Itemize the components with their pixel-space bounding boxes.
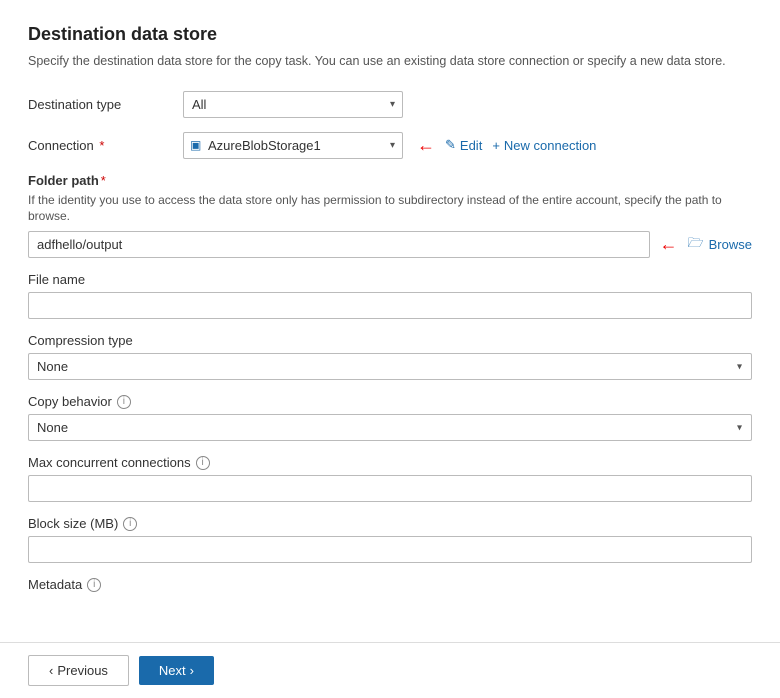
file-name-input[interactable]	[28, 292, 752, 319]
copy-behavior-select[interactable]: None FlattenHierarchy MergeFiles Preserv…	[28, 414, 752, 441]
folder-path-arrow-indicator: ←	[660, 234, 678, 255]
copy-behavior-section: Copy behavior i None FlattenHierarchy Me…	[28, 394, 752, 441]
connection-row: Connection * ▣ AzureBlobStorage1 ▾ ← ✎ E…	[28, 132, 752, 159]
pencil-icon: ✎	[445, 137, 456, 153]
previous-button[interactable]: ‹ Previous	[28, 655, 129, 686]
connection-select[interactable]: AzureBlobStorage1	[183, 132, 403, 159]
file-name-label: File name	[28, 272, 752, 287]
next-button[interactable]: Next ›	[139, 656, 214, 685]
new-connection-button[interactable]: + New connection	[492, 138, 596, 153]
folder-path-input-row: adfhello/output ← 🗁 Browse	[28, 231, 752, 258]
destination-type-select-wrapper: All ▾	[183, 91, 403, 118]
page-title: Destination data store	[28, 24, 752, 45]
next-arrow-icon: ›	[190, 663, 194, 678]
metadata-label: Metadata i	[28, 577, 752, 592]
copy-behavior-info-icon: i	[117, 395, 131, 409]
footer: ‹ Previous Next ›	[0, 642, 780, 698]
file-name-section: File name	[28, 272, 752, 319]
folder-path-label-row: Folder path *	[28, 173, 752, 188]
required-indicator: *	[96, 138, 105, 153]
metadata-info-icon: i	[87, 578, 101, 592]
copy-behavior-select-wrapper: None FlattenHierarchy MergeFiles Preserv…	[28, 414, 752, 441]
destination-type-row: Destination type All ▾	[28, 91, 752, 118]
prev-arrow-icon: ‹	[49, 663, 53, 678]
folder-path-section: Folder path * If the identity you use to…	[28, 173, 752, 259]
block-size-input[interactable]	[28, 536, 752, 563]
block-size-section: Block size (MB) i	[28, 516, 752, 563]
compression-type-select-wrapper: None GZip Deflate BZip2 ▾	[28, 353, 752, 380]
max-concurrent-input[interactable]	[28, 475, 752, 502]
copy-behavior-label: Copy behavior i	[28, 394, 752, 409]
block-size-label: Block size (MB) i	[28, 516, 752, 531]
connection-select-wrapper: ▣ AzureBlobStorage1 ▾	[183, 132, 403, 159]
max-concurrent-section: Max concurrent connections i	[28, 455, 752, 502]
connection-arrow-indicator: ←	[417, 135, 435, 156]
block-size-info-icon: i	[123, 517, 137, 531]
max-concurrent-label: Max concurrent connections i	[28, 455, 752, 470]
edit-button[interactable]: ✎ Edit	[445, 137, 482, 153]
connection-controls: ▣ AzureBlobStorage1 ▾ ← ✎ Edit + New con…	[183, 132, 596, 159]
compression-type-label: Compression type	[28, 333, 752, 348]
connection-label: Connection *	[28, 138, 183, 153]
folder-path-label: Folder path	[28, 173, 99, 188]
plus-icon: +	[492, 138, 500, 153]
page-description: Specify the destination data store for t…	[28, 53, 752, 71]
compression-type-section: Compression type None GZip Deflate BZip2…	[28, 333, 752, 380]
storage-icon: ▣	[190, 138, 201, 152]
browse-button[interactable]: 🗁 Browse	[688, 234, 752, 256]
max-concurrent-info-icon: i	[196, 456, 210, 470]
compression-type-select[interactable]: None GZip Deflate BZip2	[28, 353, 752, 380]
folder-path-description: If the identity you use to access the da…	[28, 192, 752, 226]
folder-icon: 🗁	[688, 234, 704, 256]
destination-type-label: Destination type	[28, 97, 183, 112]
metadata-section: Metadata i	[28, 577, 752, 592]
destination-type-select[interactable]: All	[183, 91, 403, 118]
folder-path-input[interactable]: adfhello/output	[28, 231, 650, 258]
folder-path-required: *	[101, 173, 106, 188]
